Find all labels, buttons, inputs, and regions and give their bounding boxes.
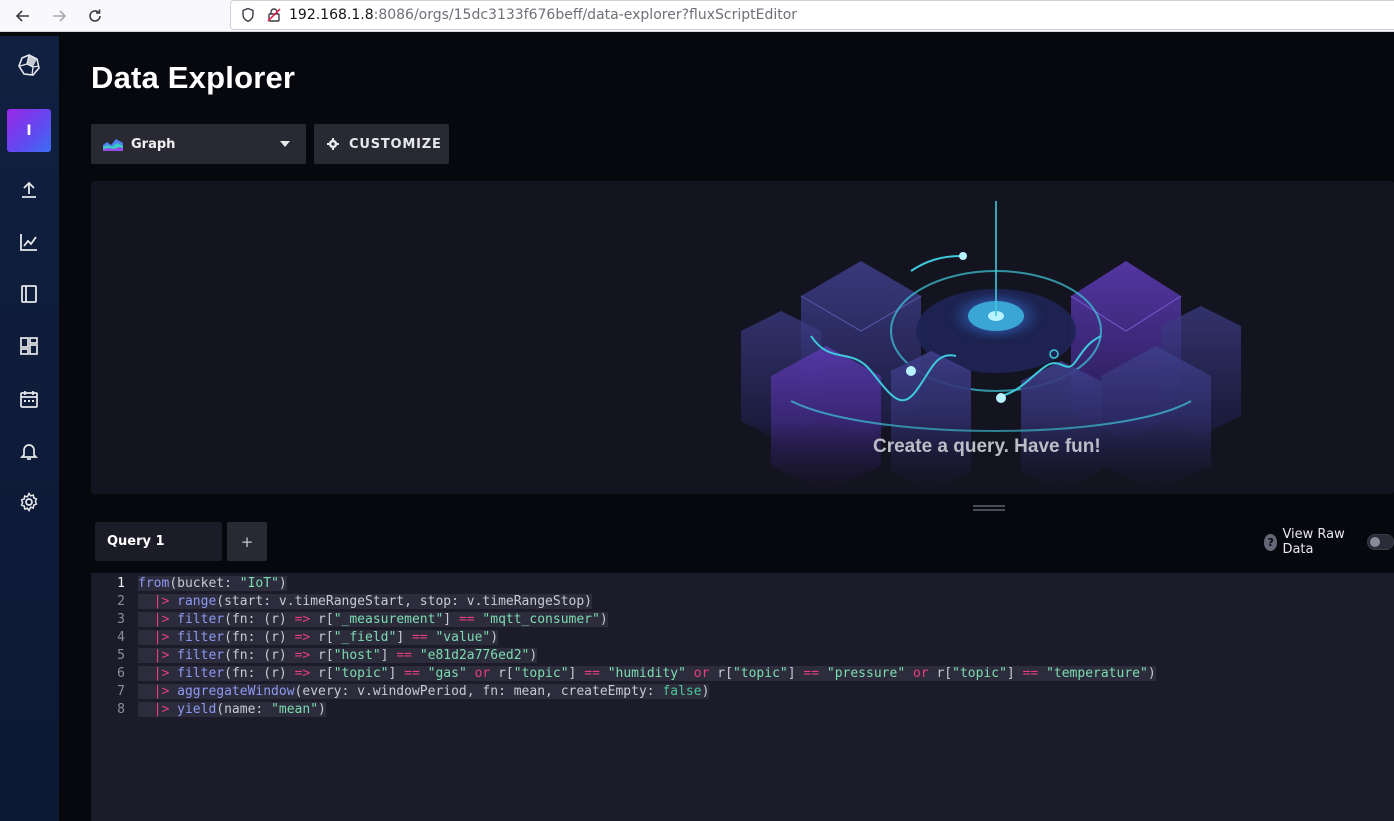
org-avatar[interactable]: I — [7, 109, 51, 152]
sidebar-nav: I — [0, 36, 59, 821]
main-content: Data Explorer Graph CUSTOMIZE Create a q… — [59, 36, 1394, 821]
address-bar[interactable]: 192.168.1.8:8086/orgs/15dc3133f676beff/d… — [230, 0, 1394, 30]
sidebar-item-data-explorer[interactable] — [17, 230, 41, 254]
help-icon[interactable]: ? — [1264, 533, 1278, 551]
flux-script-editor[interactable]: 1 from(bucket: "IoT") 2 |> range(start: v.… — [91, 573, 1394, 821]
code-text: |> filter(fn: (r) => r["_measurement"] =… — [138, 611, 608, 627]
line-number: 1 — [117, 575, 125, 591]
query-tab-label: Query 1 — [107, 534, 165, 549]
graph-type-icon — [103, 139, 123, 151]
sidebar-item-notebooks[interactable] — [17, 282, 41, 306]
code-line[interactable]: 1 from(bucket: "IoT") — [91, 574, 1394, 592]
gear-icon — [20, 492, 38, 512]
code-line[interactable]: 5 |> filter(fn: (r) => r["host"] == "e81… — [91, 646, 1394, 664]
influxdb-logo-icon[interactable] — [17, 53, 41, 77]
code-text: |> filter(fn: (r) => r["host"] == "e81d2… — [138, 647, 538, 663]
line-number: 5 — [117, 647, 125, 663]
plus-icon: + — [240, 532, 254, 551]
view-raw-data-toggle[interactable]: ? View Raw Data — [1264, 527, 1394, 557]
code-line[interactable]: 7 |> aggregateWindow(every: v.windowPeri… — [91, 682, 1394, 700]
code-text: |> filter(fn: (r) => r["_field"] == "val… — [138, 629, 499, 645]
line-number: 8 — [117, 701, 125, 717]
customize-button[interactable]: CUSTOMIZE — [314, 124, 449, 164]
url-text: 192.168.1.8:8086/orgs/15dc3133f676beff/d… — [289, 7, 797, 23]
code-line[interactable]: 3 |> filter(fn: (r) => r["_measurement"]… — [91, 610, 1394, 628]
back-icon[interactable] — [11, 4, 35, 28]
visualization-type-label: Graph — [131, 136, 176, 152]
empty-state-message: Create a query. Have fun! — [873, 436, 1101, 457]
code-line[interactable]: 6 |> filter(fn: (r) => r["topic"] == "ga… — [91, 664, 1394, 682]
resize-handle[interactable] — [973, 505, 1005, 511]
org-initial: I — [26, 122, 32, 139]
chevron-down-icon — [280, 141, 290, 147]
toggle-switch[interactable] — [1366, 534, 1394, 550]
forward-icon[interactable] — [47, 4, 71, 28]
view-raw-data-label: View Raw Data — [1282, 527, 1345, 557]
upload-icon — [22, 181, 36, 198]
graph-icon — [20, 234, 37, 251]
insecure-lock-icon[interactable] — [265, 6, 283, 24]
calendar-icon — [20, 391, 38, 408]
reload-icon[interactable] — [83, 4, 107, 28]
sidebar-item-alerts[interactable] — [17, 439, 41, 463]
line-number: 7 — [117, 683, 125, 699]
bell-icon — [19, 444, 39, 460]
code-line[interactable]: 8 |> yield(name: "mean") — [91, 700, 1394, 718]
code-line[interactable]: 2 |> range(start: v.timeRangeStart, stop… — [91, 592, 1394, 610]
sidebar-item-tasks[interactable] — [17, 387, 41, 411]
customize-label: CUSTOMIZE — [349, 136, 442, 152]
handle-line — [973, 505, 1005, 507]
handle-line — [973, 509, 1005, 511]
line-number: 3 — [117, 611, 125, 627]
code-text: from(bucket: "IoT") — [138, 575, 287, 591]
browser-toolbar: 192.168.1.8:8086/orgs/15dc3133f676beff/d… — [0, 0, 1394, 32]
notebook-icon — [21, 285, 37, 303]
sidebar-item-settings[interactable] — [17, 490, 41, 514]
line-number: 4 — [117, 629, 125, 645]
sidebar-item-dashboards[interactable] — [17, 334, 41, 358]
visualization-type-dropdown[interactable]: Graph — [91, 124, 306, 164]
url-host: 192.168.1.8 — [289, 7, 374, 23]
shield-icon[interactable] — [239, 6, 257, 24]
line-number: 6 — [117, 665, 125, 681]
add-query-button[interactable]: + — [227, 522, 267, 561]
code-text: |> yield(name: "mean") — [138, 701, 326, 717]
tab-query-1[interactable]: Query 1 — [95, 522, 222, 561]
url-path: :8086/orgs/15dc3133f676beff/data-explore… — [373, 7, 798, 23]
code-line[interactable]: 4 |> filter(fn: (r) => r["_field"] == "v… — [91, 628, 1394, 646]
code-text: |> range(start: v.timeRangeStart, stop: … — [138, 593, 592, 609]
code-text: |> aggregateWindow(every: v.windowPeriod… — [138, 683, 710, 699]
code-text: |> filter(fn: (r) => r["topic"] == "gas"… — [138, 665, 1156, 681]
toggle-knob — [1369, 537, 1380, 547]
cog-icon — [327, 138, 339, 150]
sidebar-item-load-data[interactable] — [17, 178, 41, 202]
dashboards-icon — [20, 337, 38, 355]
line-number: 2 — [117, 593, 125, 609]
visualization-panel: Create a query. Have fun! — [91, 181, 1394, 494]
page-title: Data Explorer — [91, 60, 296, 95]
